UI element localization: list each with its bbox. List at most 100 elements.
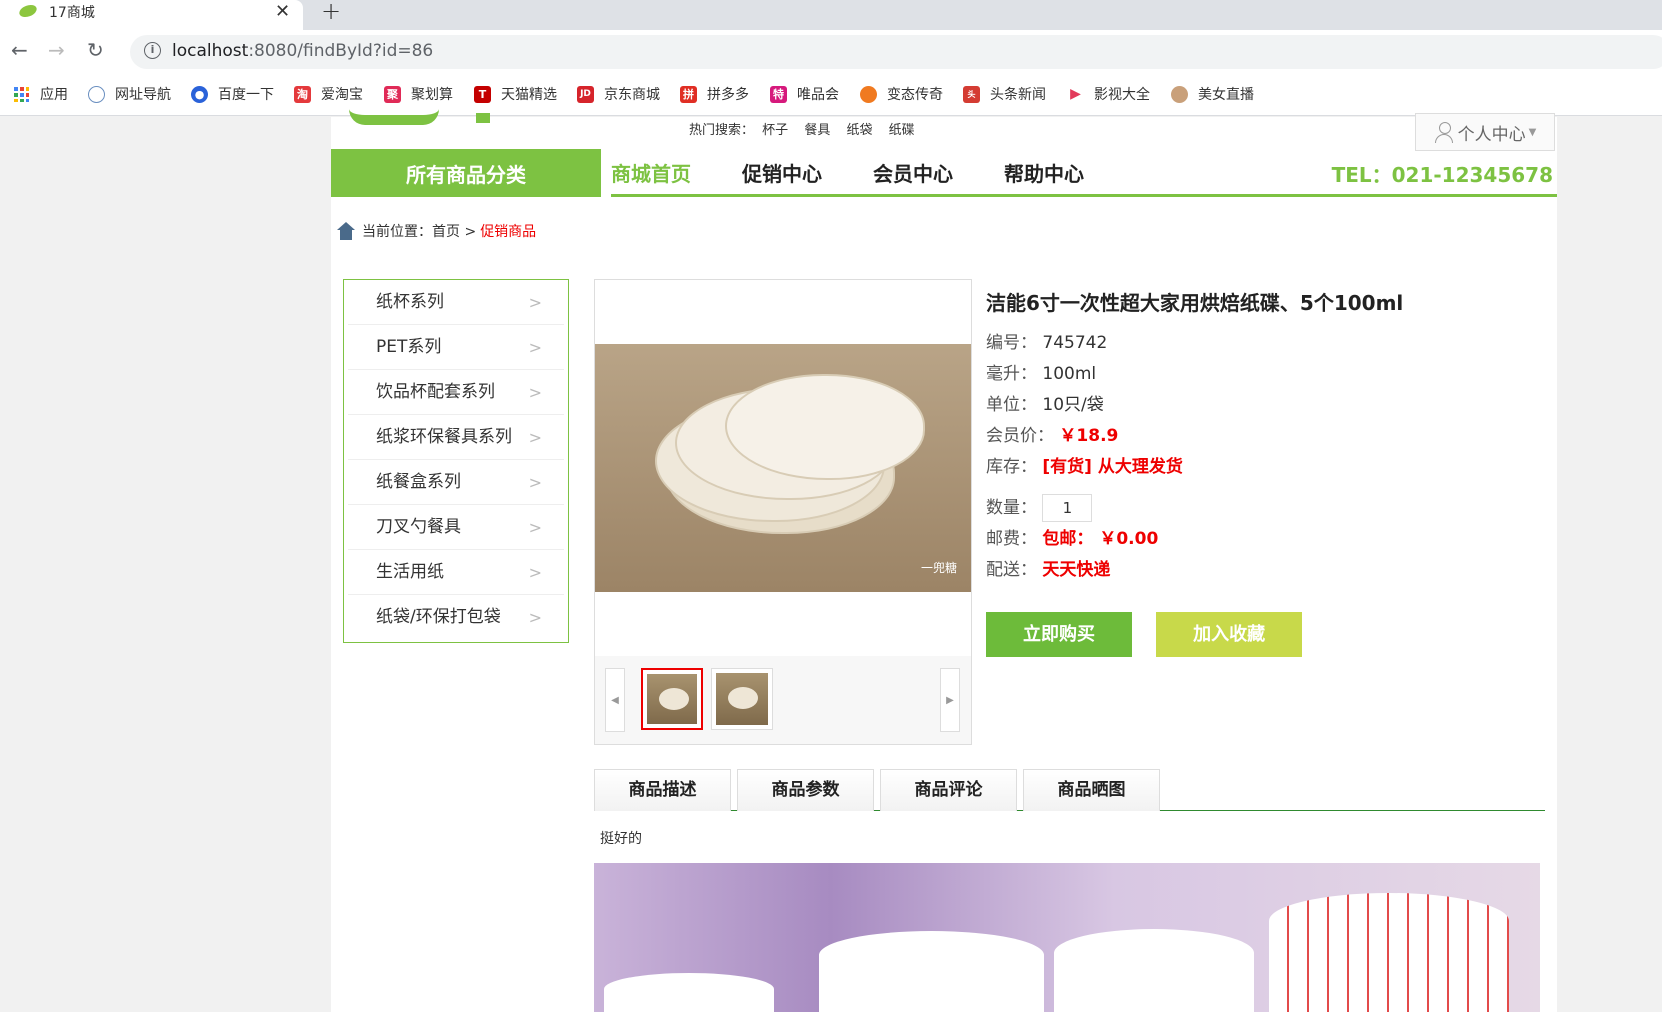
image-watermark: 一兜糖 bbox=[920, 561, 957, 575]
breadcrumb-prefix[interactable]: 当前位置：首页 > bbox=[362, 221, 476, 241]
nav-home[interactable]: 商城首页 bbox=[611, 158, 691, 187]
tab-description[interactable]: 商品描述 bbox=[594, 769, 731, 811]
product-main-image[interactable]: 一兜糖 bbox=[595, 344, 971, 592]
thumbnail[interactable] bbox=[711, 668, 773, 730]
close-tab-icon[interactable]: ✕ bbox=[275, 1, 290, 22]
unit-label: 单位： bbox=[986, 395, 1037, 415]
nav-underline bbox=[611, 194, 1557, 197]
apps-grid-icon bbox=[13, 86, 30, 103]
code-value: 745742 bbox=[1042, 333, 1108, 353]
bookmark-item[interactable]: 聚聚划算 bbox=[384, 84, 453, 104]
product-price-row: 会员价： ￥18.9 bbox=[986, 421, 1546, 452]
main-nav: 所有商品分类 商城首页 促销中心 会员中心 帮助中心 TEL：021-12345… bbox=[331, 149, 1557, 199]
ship-label: 配送： bbox=[986, 560, 1037, 580]
browser-toolbar: ← → ↻ i localhost:8080/findById?id=86 bbox=[0, 30, 1662, 72]
bookmark-apps[interactable]: 应用 bbox=[13, 84, 68, 104]
plate-shape bbox=[725, 374, 925, 480]
tab-photos[interactable]: 商品晒图 bbox=[1023, 769, 1160, 811]
bookmark-item[interactable]: 拼拼多多 bbox=[680, 84, 749, 104]
bookmark-label: 网址导航 bbox=[115, 87, 171, 103]
address-bar[interactable]: i localhost:8080/findById?id=86 bbox=[130, 35, 1662, 69]
nav-help[interactable]: 帮助中心 bbox=[1004, 158, 1084, 187]
sidebar-item-label: 饮品杯配套系列 bbox=[376, 382, 495, 402]
forward-icon[interactable]: → bbox=[48, 38, 65, 62]
bookmark-item[interactable]: T 天猫精选 bbox=[474, 84, 557, 104]
bookmark-item[interactable]: 特唯品会 bbox=[770, 84, 839, 104]
browser-tab[interactable]: 17商城 ✕ bbox=[0, 0, 303, 30]
bookmark-label: 影视大全 bbox=[1094, 87, 1150, 103]
hot-search: 热门搜索： 杯子 餐具 纸袋 纸碟 bbox=[689, 119, 927, 138]
ship-value: 天天快递 bbox=[1042, 560, 1111, 580]
bookmark-label: 应用 bbox=[40, 87, 68, 103]
url-host: localhost bbox=[172, 41, 249, 61]
sidebar-item[interactable]: 纸浆环保餐具系列 > bbox=[348, 415, 564, 460]
bookmark-item[interactable]: 网址导航 bbox=[88, 84, 171, 104]
tmall-icon: T bbox=[474, 85, 491, 103]
shipping-row: 配送： 天天快递 bbox=[986, 555, 1546, 586]
tab-reviews[interactable]: 商品评论 bbox=[880, 769, 1017, 811]
site-logo[interactable] bbox=[349, 109, 439, 125]
phone-number: TEL：021-12345678 bbox=[1331, 163, 1553, 187]
user-center-dropdown[interactable]: 个人中心 ▼ bbox=[1415, 113, 1555, 151]
back-icon[interactable]: ← bbox=[11, 38, 28, 62]
add-favorite-button[interactable]: 加入收藏 bbox=[1156, 612, 1303, 657]
bookmark-item[interactable]: ● 百度一下 bbox=[191, 84, 274, 104]
bookmark-item[interactable]: 美女直播 bbox=[1171, 84, 1254, 104]
sidebar-item[interactable]: PET系列 > bbox=[348, 325, 564, 370]
reload-icon[interactable]: ↻ bbox=[87, 38, 104, 62]
bookmark-label: 美女直播 bbox=[1198, 87, 1254, 103]
site-info-icon[interactable]: i bbox=[144, 42, 161, 59]
thumb-prev-icon[interactable]: ◀ bbox=[605, 668, 625, 732]
home-icon[interactable] bbox=[337, 222, 355, 240]
thumbnail-selected[interactable] bbox=[641, 668, 703, 730]
nav-member[interactable]: 会员中心 bbox=[873, 158, 953, 187]
quantity-input[interactable]: 1 bbox=[1042, 494, 1093, 522]
thumbnail-strip: ◀ ▶ bbox=[595, 656, 971, 744]
bookmark-item[interactable]: 变态传奇 bbox=[860, 84, 943, 104]
sidebar-item[interactable]: 纸杯系列 > bbox=[348, 280, 564, 325]
bookmark-item[interactable]: 淘爱淘宝 bbox=[294, 84, 363, 104]
chevron-right-icon: > bbox=[528, 608, 542, 627]
sidebar-item[interactable]: 纸袋/环保打包袋 > bbox=[348, 595, 564, 640]
bookmark-label: 头条新闻 bbox=[990, 87, 1046, 103]
sidebar-item[interactable]: 生活用纸 > bbox=[348, 550, 564, 595]
chevron-right-icon: > bbox=[528, 428, 542, 447]
thumb-next-icon[interactable]: ▶ bbox=[940, 668, 960, 732]
sidebar-item[interactable]: 纸餐盒系列 > bbox=[348, 460, 564, 505]
chevron-right-icon: > bbox=[528, 338, 542, 357]
post-label: 邮费： bbox=[986, 529, 1037, 549]
url-path: :8080/findById?id=86 bbox=[248, 41, 434, 61]
hot-search-term[interactable]: 纸袋 bbox=[846, 123, 872, 138]
product-title: 洁能6寸一次性超大家用烘焙纸碟、5个100ml bbox=[986, 291, 1404, 315]
stock-value: [有货] 从大理发货 bbox=[1042, 457, 1183, 477]
bookmark-label: 唯品会 bbox=[797, 87, 839, 103]
post-value: 包邮： ￥0.00 bbox=[1042, 529, 1159, 549]
nav-promotions[interactable]: 促销中心 bbox=[742, 158, 822, 187]
qty-label: 数量： bbox=[986, 498, 1037, 518]
tab-title: 17商城 bbox=[49, 5, 95, 21]
hot-search-label: 热门搜索： bbox=[689, 123, 755, 138]
bookmark-item[interactable]: 头头条新闻 bbox=[963, 84, 1046, 104]
tab-params[interactable]: 商品参数 bbox=[737, 769, 874, 811]
bookmark-label: 变态传奇 bbox=[887, 87, 943, 103]
description-image bbox=[594, 863, 1540, 1012]
product-gallery: 一兜糖 ◀ ▶ bbox=[594, 279, 972, 745]
new-tab-button[interactable]: + bbox=[321, 0, 341, 25]
thumbnail-image bbox=[647, 674, 697, 724]
buy-now-button[interactable]: 立即购买 bbox=[986, 612, 1132, 657]
bookmark-label: 聚划算 bbox=[411, 87, 453, 103]
hot-search-term[interactable]: 餐具 bbox=[804, 123, 830, 138]
sidebar-item[interactable]: 刀叉勺餐具 > bbox=[348, 505, 564, 550]
bookmarks-bar: 应用 网址导航 ● 百度一下 淘爱淘宝 聚聚划算 T 天猫精选 JD 京东商城 拼拼多… bbox=[0, 72, 1662, 116]
web-page: 热门搜索： 杯子 餐具 纸袋 纸碟 个人中心 ▼ 所有商品分类 商城首页 促销中… bbox=[331, 113, 1557, 1012]
hot-search-term[interactable]: 杯子 bbox=[762, 123, 788, 138]
cup-shape bbox=[1269, 893, 1509, 1012]
all-categories-button[interactable]: 所有商品分类 bbox=[331, 149, 601, 197]
thumbnail-image bbox=[716, 673, 768, 725]
sidebar-item[interactable]: 饮品杯配套系列 > bbox=[348, 370, 564, 415]
bookmark-item[interactable]: JD 京东商城 bbox=[577, 84, 660, 104]
price-value: ￥18.9 bbox=[1059, 426, 1119, 446]
hot-search-term[interactable]: 纸碟 bbox=[889, 123, 915, 138]
bookmark-item[interactable]: ▶ 影视大全 bbox=[1067, 84, 1150, 104]
bookmark-label: 百度一下 bbox=[218, 87, 274, 103]
